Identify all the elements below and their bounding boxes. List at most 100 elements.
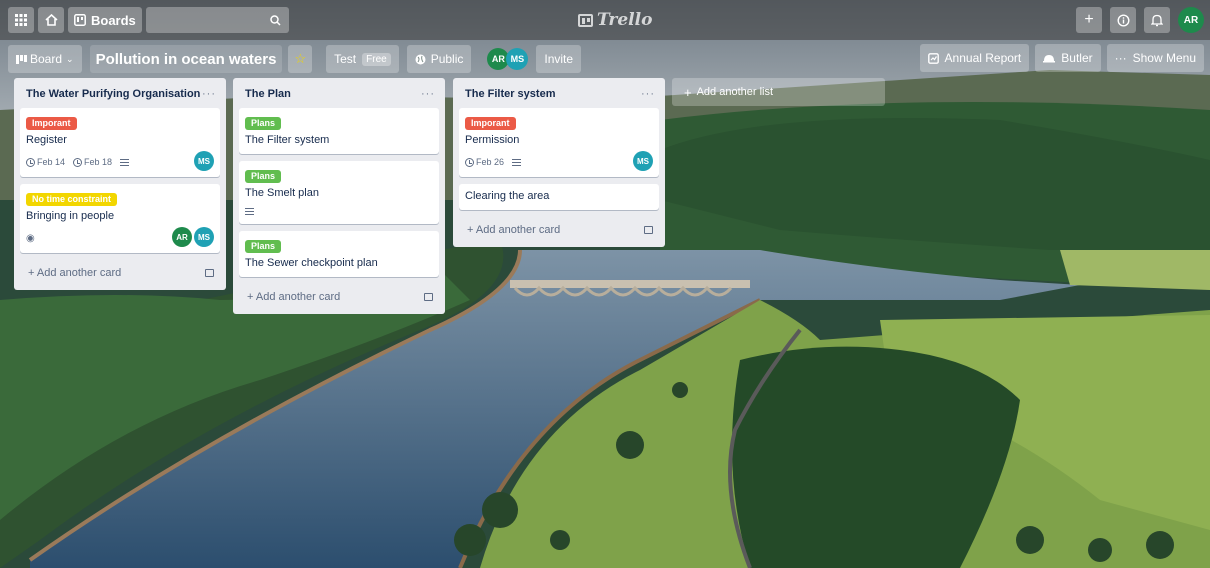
card-label[interactable]: Imporant <box>26 117 77 130</box>
list-the-plan: The Plan ··· Plans The Filter system Pla… <box>233 78 445 314</box>
card-template-icon[interactable] <box>205 269 214 277</box>
board-title[interactable]: Pollution in ocean waters <box>89 45 283 73</box>
card-member-avatar-ar[interactable]: AR <box>172 227 192 247</box>
start-date: Feb 14 <box>37 157 66 167</box>
card-template-icon[interactable] <box>424 293 433 301</box>
apps-grid-button[interactable] <box>8 7 34 33</box>
list-menu-icon[interactable]: ··· <box>202 87 216 102</box>
due-date: Feb 18 <box>84 157 113 167</box>
visibility-button[interactable]: Public <box>406 45 472 73</box>
card-label[interactable]: Plans <box>245 170 282 183</box>
card-title: The Smelt plan <box>245 187 319 199</box>
grid-icon <box>15 14 27 26</box>
chevron-down-icon: ⌄ <box>66 53 74 64</box>
trello-logo-text: Trello <box>597 10 653 30</box>
card-bringing-in-people[interactable]: No time constraint Bringing in people ◉ … <box>20 184 220 253</box>
show-menu-button[interactable]: ··· Show Menu <box>1106 44 1204 72</box>
plus-icon: + <box>684 84 692 100</box>
trello-logo[interactable]: Trello <box>578 10 652 30</box>
board-view-switcher[interactable]: Board ⌄ <box>8 45 82 73</box>
info-icon <box>1116 13 1130 27</box>
list-title[interactable]: The Filter system <box>465 87 555 102</box>
home-button[interactable] <box>38 7 64 33</box>
create-button[interactable]: + <box>1076 7 1102 33</box>
member-avatar-ms[interactable]: MS <box>506 48 529 70</box>
list-title[interactable]: The Water Purifying Organisation <box>26 87 200 102</box>
clock-icon <box>26 157 35 167</box>
card-permission[interactable]: Imporant Permission Feb 26 MS <box>459 108 659 177</box>
list-the-filter-system: The Filter system ··· Imporant Permissio… <box>453 78 665 247</box>
card-register[interactable]: Imporant Register Feb 14 Feb 18 MS <box>20 108 220 177</box>
info-button[interactable] <box>1110 7 1136 33</box>
board-view-label: Board <box>30 52 63 66</box>
invite-button[interactable]: Invite <box>536 45 582 73</box>
boards-icon <box>74 14 86 26</box>
card-smelt-plan[interactable]: Plans The Smelt plan <box>239 161 439 224</box>
boards-button[interactable]: Boards <box>68 7 142 33</box>
plus-icon: + <box>28 267 37 279</box>
list-water-purifying-organisation: The Water Purifying Organisation ··· Imp… <box>14 78 226 290</box>
user-avatar[interactable]: AR <box>1178 7 1204 33</box>
butler-button[interactable]: Butler <box>1035 44 1101 72</box>
add-card-label: Add another card <box>255 291 341 303</box>
list-title[interactable]: The Plan <box>245 87 291 102</box>
search-input[interactable] <box>145 7 289 33</box>
globe-icon <box>415 54 426 64</box>
clock-icon <box>73 157 83 167</box>
butler-label: Butler <box>1061 51 1093 65</box>
card-title: Bringing in people <box>26 210 115 222</box>
add-list-button[interactable]: + Add another list <box>672 78 885 106</box>
annual-report-button[interactable]: Annual Report <box>919 44 1030 72</box>
description-icon <box>120 158 130 166</box>
card-member-avatar-ms[interactable]: MS <box>194 227 214 247</box>
star-icon: ☆ <box>294 51 307 66</box>
list-menu-icon[interactable]: ··· <box>421 87 435 102</box>
show-menu-label: Show Menu <box>1132 51 1196 65</box>
add-card-button[interactable]: + Add another card <box>459 217 659 239</box>
more-icon: ··· <box>1114 51 1127 65</box>
power-up-icon <box>927 52 939 64</box>
description-icon <box>245 207 254 215</box>
card-label[interactable]: No time constraint <box>26 193 118 206</box>
star-board-button[interactable]: ☆ <box>288 45 313 73</box>
board-view-icon <box>16 54 27 64</box>
due-date-badge: Feb 26 <box>465 157 504 167</box>
card-filter-system[interactable]: Plans The Filter system <box>239 108 439 154</box>
card-title: Permission <box>465 134 520 146</box>
card-title: Register <box>26 134 67 146</box>
clock-icon <box>465 157 474 167</box>
card-template-icon[interactable] <box>644 226 653 234</box>
bell-icon <box>1151 14 1163 26</box>
card-member-avatar-ms[interactable]: MS <box>194 151 214 171</box>
home-icon <box>44 14 58 26</box>
search-icon <box>270 14 281 26</box>
due-date: Feb 26 <box>476 157 505 167</box>
visibility-label: Public <box>430 52 464 66</box>
description-icon <box>512 158 522 166</box>
add-card-button[interactable]: + Add another card <box>20 260 220 282</box>
card-sewer-checkpoint-plan[interactable]: Plans The Sewer checkpoint plan <box>239 231 439 277</box>
card-clearing-the-area[interactable]: Clearing the area <box>459 184 659 210</box>
card-title: Clearing the area <box>465 190 550 202</box>
card-title: The Sewer checkpoint plan <box>245 257 378 269</box>
add-card-button[interactable]: + Add another card <box>239 284 439 306</box>
add-list-label: Add another list <box>696 86 774 98</box>
board-members: AR MS <box>487 48 529 70</box>
add-card-label: Add another card <box>475 224 561 236</box>
team-button[interactable]: Test Free <box>326 45 399 73</box>
butler-icon <box>1043 55 1056 63</box>
board-header: Board ⌄ Pollution in ocean waters ☆ Test… <box>0 44 1210 74</box>
notifications-button[interactable] <box>1144 7 1170 33</box>
card-member-avatar-ms[interactable]: MS <box>633 151 653 171</box>
card-label[interactable]: Plans <box>245 117 282 130</box>
watching-eye-icon: ◉ <box>26 232 35 244</box>
due-date-badge: Feb 14 <box>26 157 65 167</box>
card-label[interactable]: Plans <box>245 240 282 253</box>
card-title: The Filter system <box>245 134 330 146</box>
card-label[interactable]: Imporant <box>465 117 516 130</box>
list-menu-icon[interactable]: ··· <box>641 87 655 102</box>
annual-report-label: Annual Report <box>944 51 1022 65</box>
plus-icon: + <box>247 291 256 303</box>
add-card-label: Add another card <box>36 267 122 279</box>
due-date-badge: Feb 18 <box>73 157 112 167</box>
